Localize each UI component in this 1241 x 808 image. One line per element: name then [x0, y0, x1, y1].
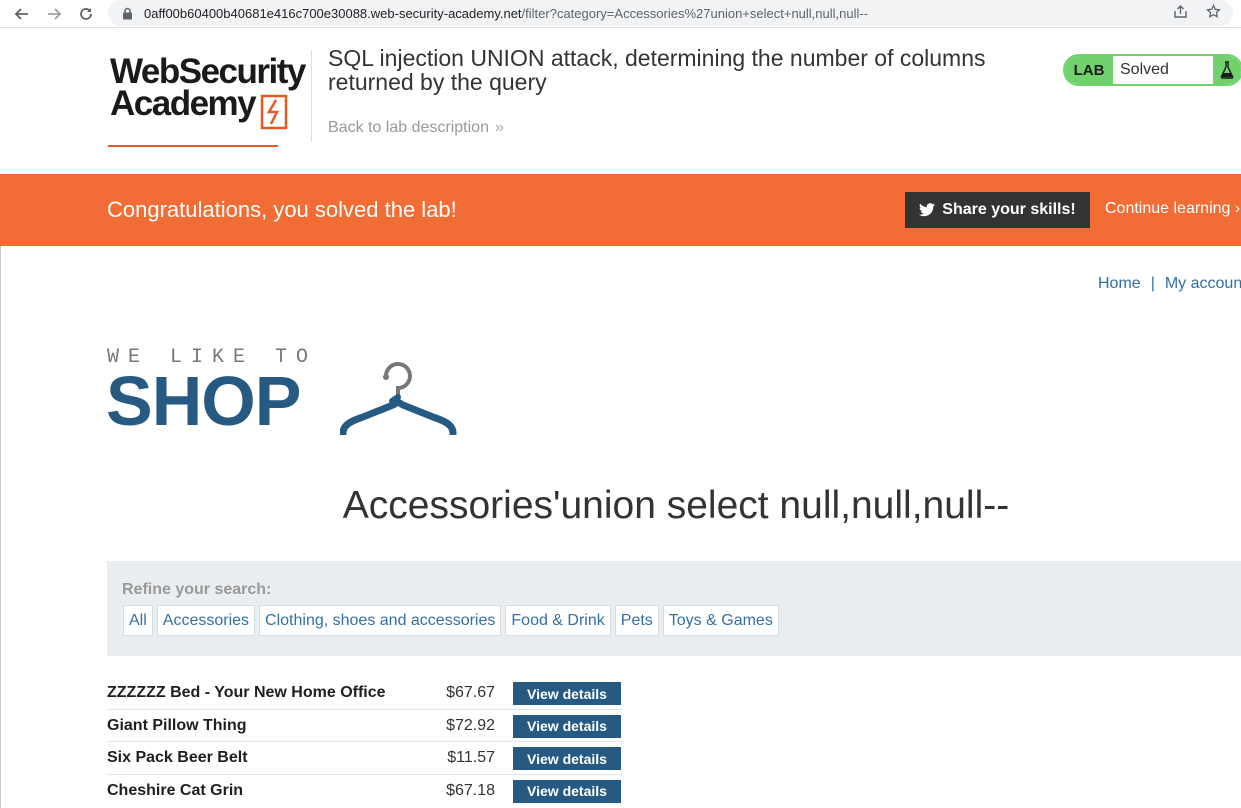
product-price: $72.92 [446, 716, 495, 734]
logo-text-line2: Academy [110, 84, 257, 123]
browser-toolbar: 0aff00b60400b40681e416c700e30088.web-sec… [0, 0, 1241, 28]
lab-header: WebSecurity Academy SQL injection UNION … [0, 28, 1241, 174]
nav-separator: | [1150, 275, 1155, 292]
table-row: Six Pack Beer Belt $11.57 View details [107, 742, 622, 775]
search-filters: Refine your search: All Accessories Clot… [107, 561, 1241, 656]
lab-badge: LAB [1065, 56, 1113, 84]
view-details-button[interactable]: View details [513, 714, 621, 738]
filter-list: All Accessories Clothing, shoes and acce… [123, 605, 779, 636]
clothes-hanger-icon [340, 362, 457, 437]
shop-logo: WE LIKE TO SHOP [106, 346, 466, 442]
url-path: /filter?category=Accessories%27union+sel… [521, 5, 869, 21]
filters-label: Refine your search: [122, 581, 272, 598]
continue-learning-label: Continue learning [1105, 200, 1231, 217]
view-details-button[interactable]: View details [513, 779, 621, 803]
lab-status-text: Solved [1120, 61, 1169, 78]
product-name: ZZZZZZ Bed - Your New Home Office [107, 684, 386, 701]
back-link-label: Back to lab description [328, 119, 489, 136]
share-button-label: Share your skills! [942, 201, 1076, 218]
star-icon[interactable] [1206, 3, 1221, 23]
product-name: Six Pack Beer Belt [107, 749, 248, 766]
my-account-link[interactable]: My account [1165, 275, 1241, 292]
table-row: Cheshire Cat Grin $67.18 View details [107, 775, 622, 808]
solved-banner: Congratulations, you solved the lab! Sha… [0, 174, 1241, 246]
twitter-icon [919, 203, 936, 217]
filter-toys-games[interactable]: Toys & Games [662, 605, 779, 636]
logo-underline [108, 145, 278, 147]
product-name: Cheshire Cat Grin [107, 781, 244, 799]
lab-status-widget: LAB Solved [1063, 54, 1241, 86]
header-divider [311, 50, 312, 142]
filter-pets[interactable]: Pets [614, 605, 659, 636]
lab-title: SQL injection UNION attack, determining … [328, 45, 986, 95]
table-row: Giant Pillow Thing $72.92 View details [107, 710, 622, 742]
arrow-right-icon[interactable] [41, 1, 67, 27]
view-details-button[interactable]: View details [513, 747, 621, 770]
congratulations-message: Congratulations, you solved the lab! [107, 197, 457, 222]
home-link[interactable]: Home [1098, 275, 1141, 292]
reload-icon[interactable] [73, 1, 99, 27]
product-price: $67.18 [446, 781, 495, 799]
continue-learning-link[interactable]: Continue learning › [1105, 200, 1240, 218]
filter-accessories[interactable]: Accessories [156, 605, 256, 636]
product-table: ZZZZZZ Bed - Your New Home Office $67.67… [107, 677, 622, 807]
arrow-left-icon[interactable] [9, 1, 35, 27]
product-price: $67.67 [446, 684, 495, 701]
shop-logo-word: SHOP [106, 362, 301, 440]
chevron-right-icon: › [1234, 200, 1241, 217]
back-to-lab-description-link[interactable]: Back to lab description » [328, 119, 504, 137]
url-host: 0aff00b60400b40681e416c700e30088.web-sec… [144, 5, 522, 21]
share-icon[interactable] [1173, 4, 1188, 23]
filter-food-drink[interactable]: Food & Drink [505, 605, 611, 636]
view-details-button[interactable]: View details [513, 682, 621, 705]
filter-clothing-shoes-accessories[interactable]: Clothing, shoes and accessories [259, 605, 502, 636]
top-navigation: Home | My account [1098, 275, 1241, 293]
product-name: Giant Pillow Thing [107, 716, 247, 734]
address-bar[interactable]: 0aff00b60400b40681e416c700e30088.web-sec… [108, 0, 1233, 26]
flask-icon [1213, 56, 1241, 84]
page-heading: Accessories'union select null,null,null-… [342, 484, 1010, 527]
web-security-academy-logo[interactable]: WebSecurity Academy [108, 52, 308, 152]
share-your-skills-button[interactable]: Share your skills! [905, 192, 1090, 228]
logo-mark-icon [260, 94, 288, 130]
url-text[interactable]: 0aff00b60400b40681e416c700e30088.web-sec… [144, 6, 868, 21]
lock-icon[interactable] [120, 6, 134, 20]
table-row: ZZZZZZ Bed - Your New Home Office $67.67… [107, 677, 622, 710]
filter-all[interactable]: All [123, 605, 153, 636]
double-chevron-right-icon: » [494, 119, 504, 136]
product-price: $11.57 [447, 749, 495, 766]
